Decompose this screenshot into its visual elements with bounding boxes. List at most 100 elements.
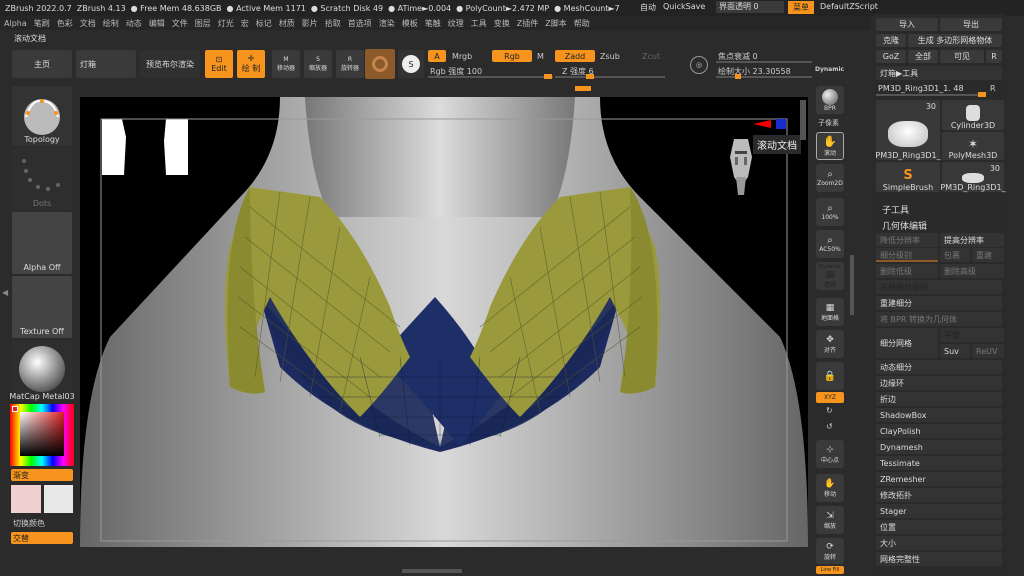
a-toggle[interactable]: A [428,50,446,62]
z-intensity-track[interactable] [555,76,665,78]
zoom2d-button[interactable]: ⌕ Zoom2D [816,164,844,192]
color-picker-square[interactable] [20,412,64,456]
position-section[interactable]: 位置 [876,520,1002,534]
menu-item[interactable]: Z脚本 [545,18,566,29]
divide-button[interactable]: 细分网格 [876,328,938,358]
freeze-subdiv-button[interactable]: 冻结细分级别 [876,280,1002,294]
size-section[interactable]: 大小 [876,536,1002,550]
goz-visible-button[interactable]: 可见 [940,50,984,63]
scroll-button[interactable]: ✋ 滚动 [816,132,844,160]
menu-item[interactable]: 帮助 [574,18,590,29]
crease-section[interactable]: 折边 [876,392,1002,406]
current-tool-track[interactable] [876,94,986,96]
tool-thumb-ring[interactable]: 30 PM3D_Ring3D1_ [875,100,941,160]
smooth-toggle[interactable]: 平滑 [940,328,1004,342]
geometry-header[interactable]: 几何体编辑 [882,219,927,232]
line-fill-button[interactable]: Line Fill [816,566,844,574]
rotate-view-button[interactable]: ⟳ 旋转 [816,538,844,564]
menu-item[interactable]: 图层 [195,18,211,29]
viewport-canvas[interactable]: 滚动文档 [80,97,808,547]
bpr-button[interactable]: BPR [816,86,844,114]
focal-shift-track[interactable] [716,61,812,63]
alpha-button[interactable]: Alpha Off [12,212,72,274]
claypolish-section[interactable]: ClayPolish [876,424,1002,438]
tool-thumb-polymesh[interactable]: ✶ PolyMesh3D [942,132,1004,160]
z-intensity-thumb[interactable] [586,74,594,79]
switch-color-button[interactable]: 切换颜色 [13,518,45,529]
make-polymesh-button[interactable]: 生成 多边形网格物体 [908,34,1002,47]
menu-item[interactable]: 渲染 [379,18,395,29]
menu-item[interactable]: 首选项 [348,18,372,29]
focal-icon[interactable]: ◎ [690,56,708,74]
left-collapse-icon[interactable]: ◀ [2,288,8,297]
menu-item[interactable]: Z插件 [517,18,538,29]
bpr-to-geo-button[interactable]: 将 BPR 转换为几何体 [876,312,1002,326]
stroke-dots-button[interactable]: Dots [12,148,72,210]
edit-button[interactable]: ⊡ Edit [205,50,233,78]
rgb-intensity-track[interactable] [428,76,553,78]
menu-item[interactable]: 材质 [279,18,295,29]
menu-button[interactable]: 菜单 [788,1,814,14]
cage-button[interactable]: 包裹 [940,248,970,262]
resubdiv-button[interactable]: 重建细分 [876,296,1002,310]
home-button[interactable]: 主页 [12,50,72,78]
axis-x-icon[interactable] [753,120,771,128]
texture-button[interactable]: Texture Off [12,276,72,338]
delete-higher-button[interactable]: 删除高级 [940,264,1004,278]
scale-view-button[interactable]: ⇲ 缩放 [816,506,844,534]
draw-size-thumb[interactable] [735,74,741,79]
delete-lower-button[interactable]: 删除低级 [876,264,938,278]
menu-item[interactable]: 纹理 [448,18,464,29]
toolbar-scroll-indicator[interactable] [575,86,591,91]
zoom100-button[interactable]: ⌕ 100% [816,198,844,226]
dynamic-toggle[interactable]: Dynamic [815,66,844,73]
center-point-button[interactable]: ⊹ 中心点 [816,440,844,468]
menu-item[interactable]: 拾取 [325,18,341,29]
goz-r-button[interactable]: R [986,50,1002,63]
subtool-header[interactable]: 子工具 [882,203,909,216]
menu-item[interactable]: Alpha [4,19,27,28]
floor-button[interactable]: ▦ 地面格 [816,298,844,326]
dynamesh-section[interactable]: Dynamesh [876,440,1002,454]
ui-transparency-slider[interactable]: 界面透明 0 [716,1,784,13]
axis-z-icon[interactable] [776,119,786,129]
stager-section[interactable]: Stager [876,504,1002,518]
goz-button[interactable]: GoZ [876,50,906,63]
rotate-button[interactable]: R 旋转器 [336,50,364,78]
current-tool-thumb[interactable] [978,92,986,97]
menu-item[interactable]: 灯光 [218,18,234,29]
move-button[interactable]: M 移动器 [272,50,300,78]
menu-item[interactable]: 模板 [402,18,418,29]
menu-item[interactable]: 色彩 [57,18,73,29]
modify-topology-section[interactable]: 修改拓扑 [876,488,1002,502]
suv-toggle[interactable]: Suv [940,344,970,358]
secondary-color-swatch[interactable] [44,485,73,513]
default-zscript[interactable]: DefaultZScript [820,2,878,11]
menu-item[interactable]: 动态 [126,18,142,29]
menu-item[interactable]: 文件 [172,18,188,29]
zremesher-section[interactable]: ZRemesher [876,472,1002,486]
quicksave-button[interactable]: QuickSave [663,2,705,11]
align-button[interactable]: ✥ 对齐 [816,330,844,358]
current-tool-r[interactable]: R [990,84,996,93]
perspective-button[interactable]: Dynamic ▤ 透视 [816,262,844,290]
subdiv-level-track[interactable] [876,260,938,262]
draw-button[interactable]: ✛ 绘 制 [237,50,265,78]
color-picker[interactable] [10,404,74,466]
zsub-toggle[interactable]: Zsub [600,52,620,61]
menu-item[interactable]: 标记 [256,18,272,29]
navigation-head-icon[interactable] [726,137,756,197]
menu-item[interactable]: 影片 [302,18,318,29]
current-tool-slider[interactable]: PM3D_Ring3D1_1. 48 [878,84,964,93]
dynamic-subdiv-section[interactable]: 动态细分 [876,360,1002,374]
menu-item[interactable]: 绘制 [103,18,119,29]
mrgb-toggle[interactable]: Mrgb [452,52,472,61]
move-view-button[interactable]: ✋ 移动 [816,474,844,502]
tessimate-section[interactable]: Tessimate [876,456,1002,470]
reuv-toggle[interactable]: ReUV [972,344,1004,358]
material-swatch[interactable] [365,49,395,79]
lightbox-tool-button[interactable]: 灯箱▶工具 [876,66,1002,80]
tool-thumb-cylinder[interactable]: Cylinder3D [942,100,1004,130]
export-button[interactable]: 导出 [940,18,1002,31]
right-divider-handle[interactable] [850,255,854,315]
